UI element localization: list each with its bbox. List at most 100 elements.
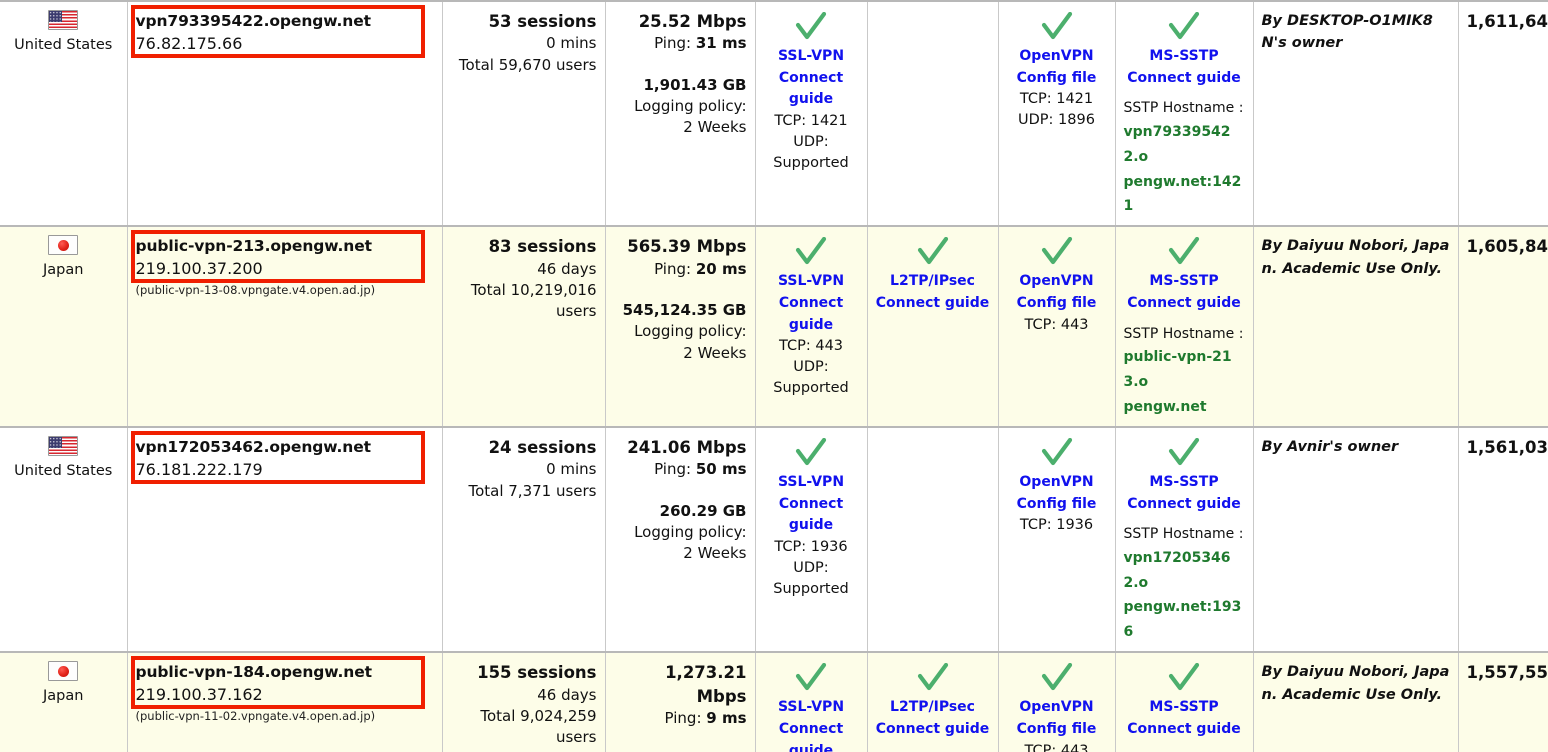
openvpn-config-file-link[interactable]: Config file: [1007, 719, 1107, 741]
ssl-vpn-label[interactable]: SSL-VPN: [764, 271, 859, 293]
openvpn-label[interactable]: OpenVPN: [1007, 271, 1107, 293]
ms-sstp-label[interactable]: MS-SSTP: [1124, 472, 1245, 494]
l2tp-ipsec-label[interactable]: L2TP/IPsec: [876, 697, 990, 719]
ms-sstp-label[interactable]: MS-SSTP: [1124, 46, 1245, 68]
host-name[interactable]: public-vpn-184.opengw.net: [136, 661, 434, 683]
ms-sstp-label[interactable]: MS-SSTP: [1124, 271, 1245, 293]
line-quality-cell: 1,273.21 Mbps Ping: 9 ms 453,228.65 GB L…: [605, 652, 756, 752]
line-speed: 1,273.21 Mbps: [665, 663, 747, 706]
ssl-vpn-connect-guide-link[interactable]: Connect guide: [764, 293, 859, 336]
score-value: 1,557,558: [1466, 663, 1548, 683]
openvpn-label[interactable]: OpenVPN: [1007, 472, 1107, 494]
ms-sstp-connect-guide-link[interactable]: Connect guide: [1124, 68, 1245, 90]
hostname-cell[interactable]: vpn793395422.opengw.net 76.82.175.66: [127, 1, 443, 227]
ms-sstp-connect-guide-link[interactable]: Connect guide: [1124, 719, 1245, 741]
ssl-vpn-label[interactable]: SSL-VPN: [764, 472, 859, 494]
score-cell: 1,557,558: [1458, 652, 1548, 752]
hostname-cell[interactable]: vpn172053462.opengw.net 76.181.222.179: [127, 426, 443, 653]
openvpn-config-file-link[interactable]: Config file: [1007, 293, 1107, 315]
sstp-hostname-label: SSTP Hostname :: [1124, 749, 1245, 752]
l2tp-ipsec-cell: [867, 1, 999, 227]
sstp-hostname-line1: public-vpn-213.o: [1123, 349, 1232, 391]
l2tp-ipsec-cell[interactable]: L2TP/IPsec Connect guide: [867, 652, 999, 752]
table-row[interactable]: United States vpn172053462.opengw.net 76…: [0, 426, 1548, 653]
ssl-vpn-connect-guide-link[interactable]: Connect guide: [764, 68, 859, 111]
host-name[interactable]: vpn172053462.opengw.net: [136, 436, 434, 458]
uptime: 46 days: [537, 259, 597, 278]
green-checkmark-icon: [1041, 663, 1072, 691]
line-speed: 565.39 Mbps: [627, 237, 747, 257]
l2tp-ipsec-label[interactable]: L2TP/IPsec: [876, 271, 990, 293]
ms-sstp-cell[interactable]: MS-SSTP Connect guide SSTP Hostname : pu…: [1115, 226, 1254, 427]
openvpn-cell[interactable]: OpenVPN Config file TCP: 1421 UDP: 1896: [998, 1, 1116, 227]
owner-cell: By Daiyuu Nobori, Japan. Academic Use On…: [1253, 226, 1459, 427]
vpn-server-table: United States vpn793395422.opengw.net 76…: [0, 0, 1548, 752]
ping-label: Ping:: [654, 460, 692, 479]
ssl-vpn-connect-guide-link[interactable]: Connect guide: [764, 719, 859, 752]
hostname-cell[interactable]: public-vpn-213.opengw.net 219.100.37.200…: [127, 226, 443, 427]
openvpn-config-file-link[interactable]: Config file: [1007, 68, 1107, 90]
table-row[interactable]: Japan public-vpn-184.opengw.net 219.100.…: [0, 652, 1548, 752]
ssl-vpn-label[interactable]: SSL-VPN: [764, 697, 859, 719]
ms-sstp-label[interactable]: MS-SSTP: [1124, 697, 1245, 719]
ms-sstp-cell[interactable]: MS-SSTP Connect guide SSTP Hostname : vp…: [1115, 426, 1254, 653]
table-row[interactable]: United States vpn793395422.opengw.net 76…: [0, 1, 1548, 227]
ms-sstp-connect-guide-link[interactable]: Connect guide: [1124, 293, 1245, 315]
ssl-vpn-cell[interactable]: SSL-VPN Connect guide TCP: 443 UDP: Supp…: [755, 226, 868, 427]
l2tp-ipsec-connect-guide-link[interactable]: Connect guide: [876, 293, 990, 315]
total-users: Total 7,371 users: [468, 481, 597, 500]
ms-sstp-cell[interactable]: MS-SSTP Connect guide SSTP Hostname : vp…: [1115, 1, 1254, 227]
ssl-vpn-cell[interactable]: SSL-VPN Connect guide TCP: 1421 UDP: Sup…: [755, 1, 868, 227]
hostname-cell[interactable]: public-vpn-184.opengw.net 219.100.37.162…: [127, 652, 443, 752]
cumulative-traffic: 545,124.35 GB: [622, 301, 747, 320]
sstp-hostname-line2: pengw.net: [1123, 398, 1207, 415]
l2tp-ipsec-cell[interactable]: L2TP/IPsec Connect guide: [867, 226, 999, 427]
openvpn-cell[interactable]: OpenVPN Config file TCP: 443: [998, 652, 1116, 752]
sstp-hostname-label: SSTP Hostname :: [1123, 526, 1244, 543]
score-cell: 1,611,648: [1458, 1, 1548, 227]
owner-cell: By DESKTOP-O1MIK8N's owner: [1253, 1, 1459, 227]
logging-policy-label: Logging policy:: [634, 522, 747, 541]
logging-policy-label: Logging policy:: [634, 97, 747, 116]
ping-value: 31 ms: [695, 34, 747, 53]
green-checkmark-icon: [795, 12, 827, 40]
ping-value: 50 ms: [695, 460, 747, 479]
sstp-hostname-line2: pengw.net:1421: [1123, 173, 1242, 215]
openvpn-cell[interactable]: OpenVPN Config file TCP: 1936: [998, 426, 1116, 653]
ssl-vpn-cell[interactable]: SSL-VPN Connect guide TCP: 443 UDP: Supp…: [755, 652, 868, 752]
score-value: 1,561,034: [1466, 437, 1548, 457]
l2tp-ipsec-cell: [867, 426, 999, 653]
ssl-vpn-tcp-port: TCP: 1421: [774, 113, 848, 130]
host-name[interactable]: vpn793395422.opengw.net: [136, 10, 434, 32]
line-quality-cell: 565.39 Mbps Ping: 20 ms 545,124.35 GB Lo…: [605, 226, 756, 427]
sstp-hostname-label: SSTP Hostname :: [1123, 100, 1244, 117]
ms-sstp-connect-guide-link[interactable]: Connect guide: [1124, 494, 1245, 516]
ssl-vpn-connect-guide-link[interactable]: Connect guide: [764, 494, 859, 537]
sessions-count: 24 sessions: [488, 437, 597, 457]
ping-value: 20 ms: [695, 259, 747, 278]
vpn-server-list-page: United States vpn793395422.opengw.net 76…: [0, 0, 1548, 752]
sstp-hostname-line1: vpn793395422.o: [1123, 123, 1231, 165]
openvpn-tcp-port: TCP: 1421: [1019, 91, 1094, 108]
country-name: United States: [14, 37, 113, 53]
ping-label: Ping:: [664, 709, 702, 728]
ssl-vpn-udp-port: UDP: Supported: [773, 359, 849, 397]
openvpn-cell[interactable]: OpenVPN Config file TCP: 443: [998, 226, 1116, 427]
host-ip: 219.100.37.200: [135, 259, 263, 279]
openvpn-label[interactable]: OpenVPN: [1007, 697, 1107, 719]
green-checkmark-icon: [1041, 12, 1072, 40]
table-row[interactable]: Japan public-vpn-213.opengw.net 219.100.…: [0, 226, 1548, 427]
host-name[interactable]: public-vpn-213.opengw.net: [136, 235, 434, 257]
sessions-cell: 53 sessions 0 mins Total 59,670 users: [442, 1, 606, 227]
ssl-vpn-label[interactable]: SSL-VPN: [764, 46, 859, 68]
openvpn-config-file-link[interactable]: Config file: [1007, 494, 1107, 516]
openvpn-label[interactable]: OpenVPN: [1007, 46, 1107, 68]
ping-row: Ping: 20 ms: [614, 259, 747, 280]
owner-text: By Daiyuu Nobori, Japan. Academic Use On…: [1261, 664, 1450, 703]
sstp-hostname-line1: vpn172053462.o: [1123, 549, 1231, 591]
total-users: Total 10,219,016 users: [470, 281, 597, 321]
l2tp-ipsec-connect-guide-link[interactable]: Connect guide: [876, 719, 990, 741]
ssl-vpn-cell[interactable]: SSL-VPN Connect guide TCP: 1936 UDP: Sup…: [755, 426, 868, 653]
ms-sstp-cell[interactable]: MS-SSTP Connect guide SSTP Hostname : pu…: [1115, 652, 1254, 752]
